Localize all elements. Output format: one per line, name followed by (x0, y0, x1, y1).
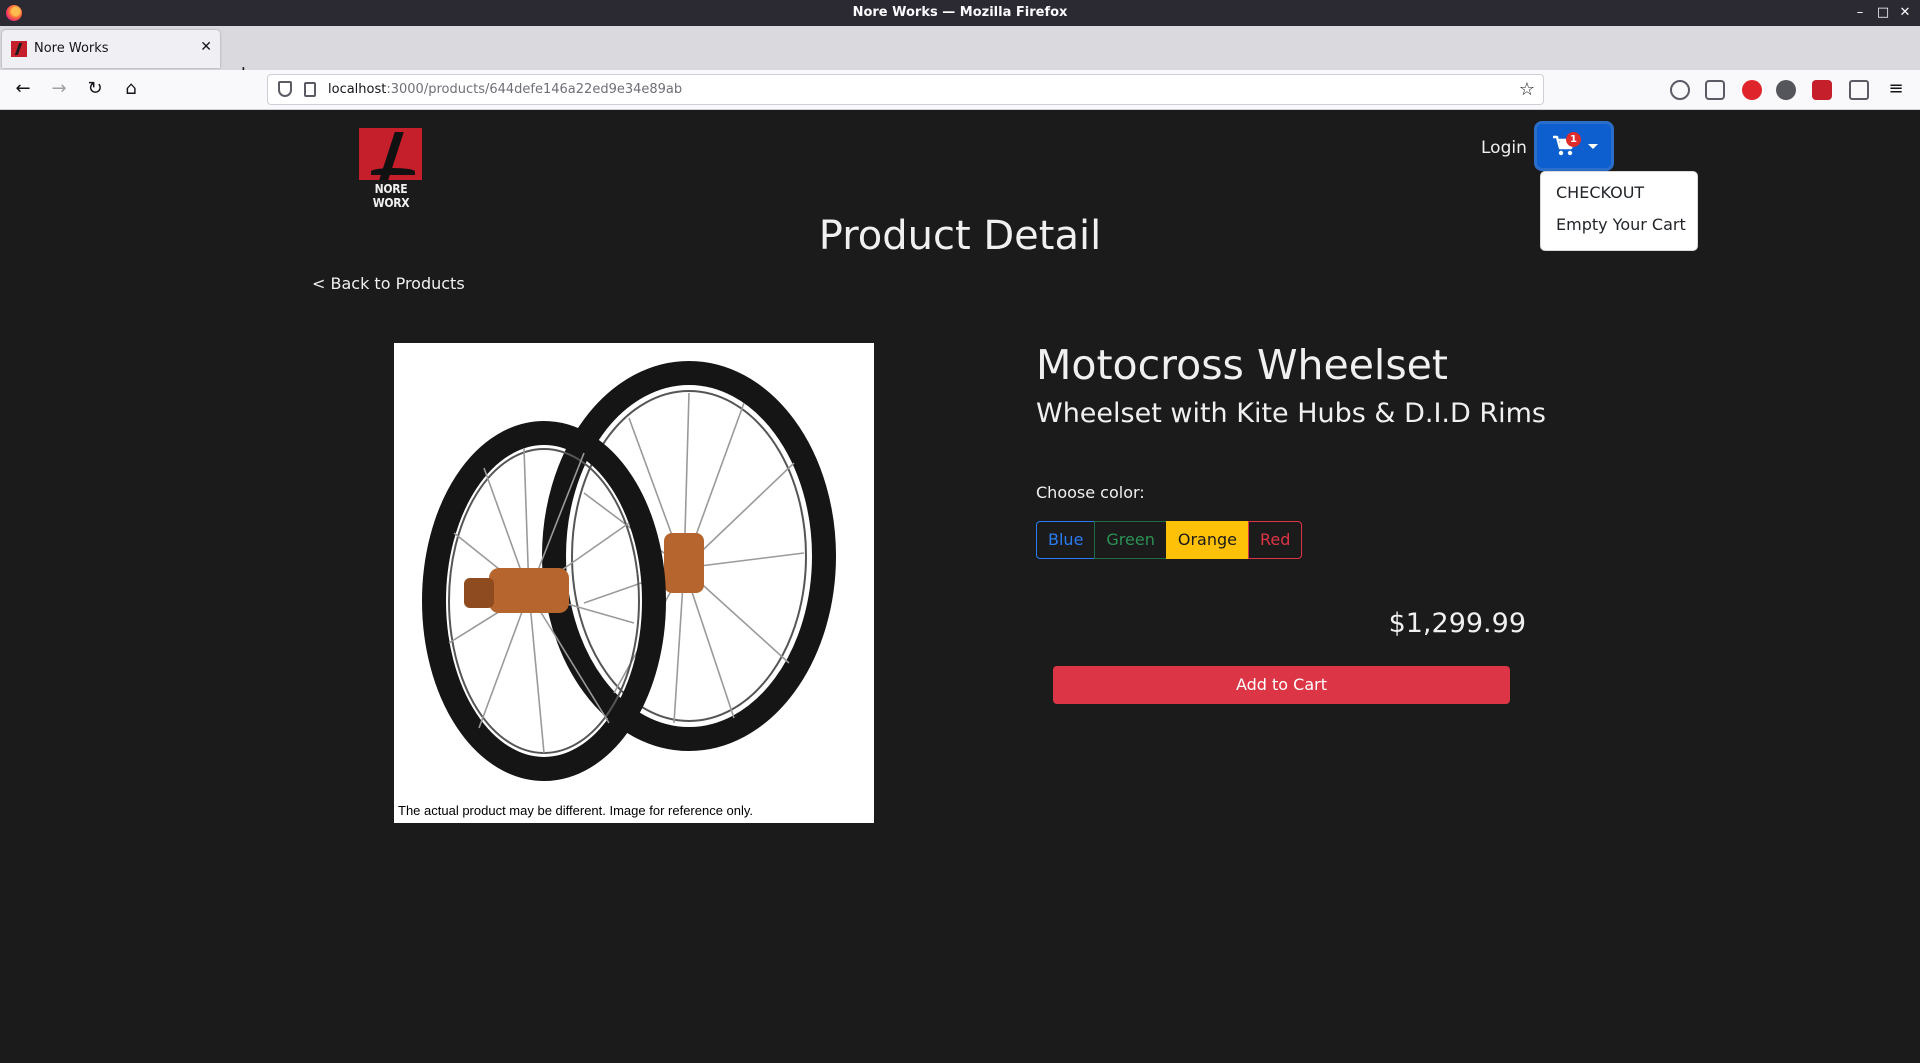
wheelset-image-icon (422, 361, 836, 781)
extension-red-icon[interactable] (1812, 80, 1832, 100)
bookmark-star-icon[interactable]: ☆ (1519, 79, 1535, 100)
window-title: Nore Works — Mozilla Firefox (852, 5, 1068, 20)
close-tab-icon[interactable]: ✕ (200, 39, 212, 55)
reader-view-icon[interactable] (1705, 80, 1725, 100)
app-menu-icon[interactable]: ≡ (1884, 78, 1908, 102)
color-option-green[interactable]: Green (1094, 521, 1167, 559)
image-disclaimer: The actual product may be different. Ima… (398, 803, 754, 818)
home-icon[interactable]: ⌂ (119, 78, 143, 102)
color-option-blue[interactable]: Blue (1036, 521, 1096, 559)
checkout-menu-item[interactable]: CHECKOUT (1556, 183, 1644, 202)
extensions-puzzle-icon[interactable] (1849, 80, 1869, 100)
url-path: :3000/products/644defe146a22ed9e34e89ab (386, 82, 683, 97)
site-logo[interactable]: NORE WORX (356, 128, 426, 210)
chevron-down-icon (1588, 144, 1598, 149)
history-icon[interactable] (1670, 80, 1690, 100)
reload-icon[interactable]: ↻ (83, 78, 107, 102)
product-price: $1,299.99 (1388, 608, 1526, 639)
navigation-toolbar: ← → ↻ ⌂ localhost:3000/products/644defe1… (0, 70, 1920, 110)
logo-mark-icon (359, 128, 422, 180)
window-titlebar: Nore Works — Mozilla Firefox – □ ✕ (0, 0, 1920, 26)
color-option-orange[interactable]: Orange (1165, 521, 1249, 559)
url-text[interactable]: localhost:3000/products/644defe146a22ed9… (328, 82, 682, 97)
address-bar[interactable]: localhost:3000/products/644defe146a22ed9… (267, 74, 1544, 105)
forward-icon[interactable]: → (47, 78, 71, 102)
back-icon[interactable]: ← (11, 78, 35, 102)
color-button-group: Blue Green Orange Red (1036, 521, 1303, 559)
login-link[interactable]: Login (1481, 138, 1527, 158)
url-host: localhost (328, 82, 387, 97)
choose-color-label: Choose color: (1036, 483, 1145, 502)
minimize-window-icon[interactable]: – (1851, 4, 1869, 22)
close-window-icon[interactable]: ✕ (1896, 4, 1914, 22)
cart-count-badge: 1 (1566, 132, 1581, 147)
tracking-protection-shield-icon[interactable] (278, 81, 292, 97)
extension-adblock-icon[interactable] (1742, 80, 1762, 100)
cart-dropdown-button[interactable]: 1 (1537, 124, 1611, 168)
back-to-products-link[interactable]: < Back to Products (312, 274, 465, 293)
add-to-cart-button[interactable]: Add to Cart (1053, 666, 1510, 704)
product-name: Motocross Wheelset (1036, 341, 1448, 389)
product-subtitle: Wheelset with Kite Hubs & D.I.D Rims (1036, 398, 1546, 429)
logo-wordmark: NORE WORX (372, 182, 410, 210)
extension-mask-icon[interactable] (1776, 80, 1796, 100)
page-content: NORE WORX Login 1 CHECKOUT Empty Your Ca… (0, 111, 1920, 1063)
color-option-red[interactable]: Red (1247, 521, 1303, 559)
page-title: Product Detail (818, 213, 1102, 259)
browser-tab[interactable]: Nore Works ✕ (2, 30, 220, 68)
page-info-icon[interactable] (304, 82, 316, 97)
tab-strip: Nore Works ✕ + ⌄ (0, 26, 1920, 85)
maximize-window-icon[interactable]: □ (1874, 4, 1892, 22)
tab-title: Nore Works (34, 41, 109, 56)
product-image: The actual product may be different. Ima… (394, 343, 874, 823)
site-favicon-icon (11, 41, 27, 57)
